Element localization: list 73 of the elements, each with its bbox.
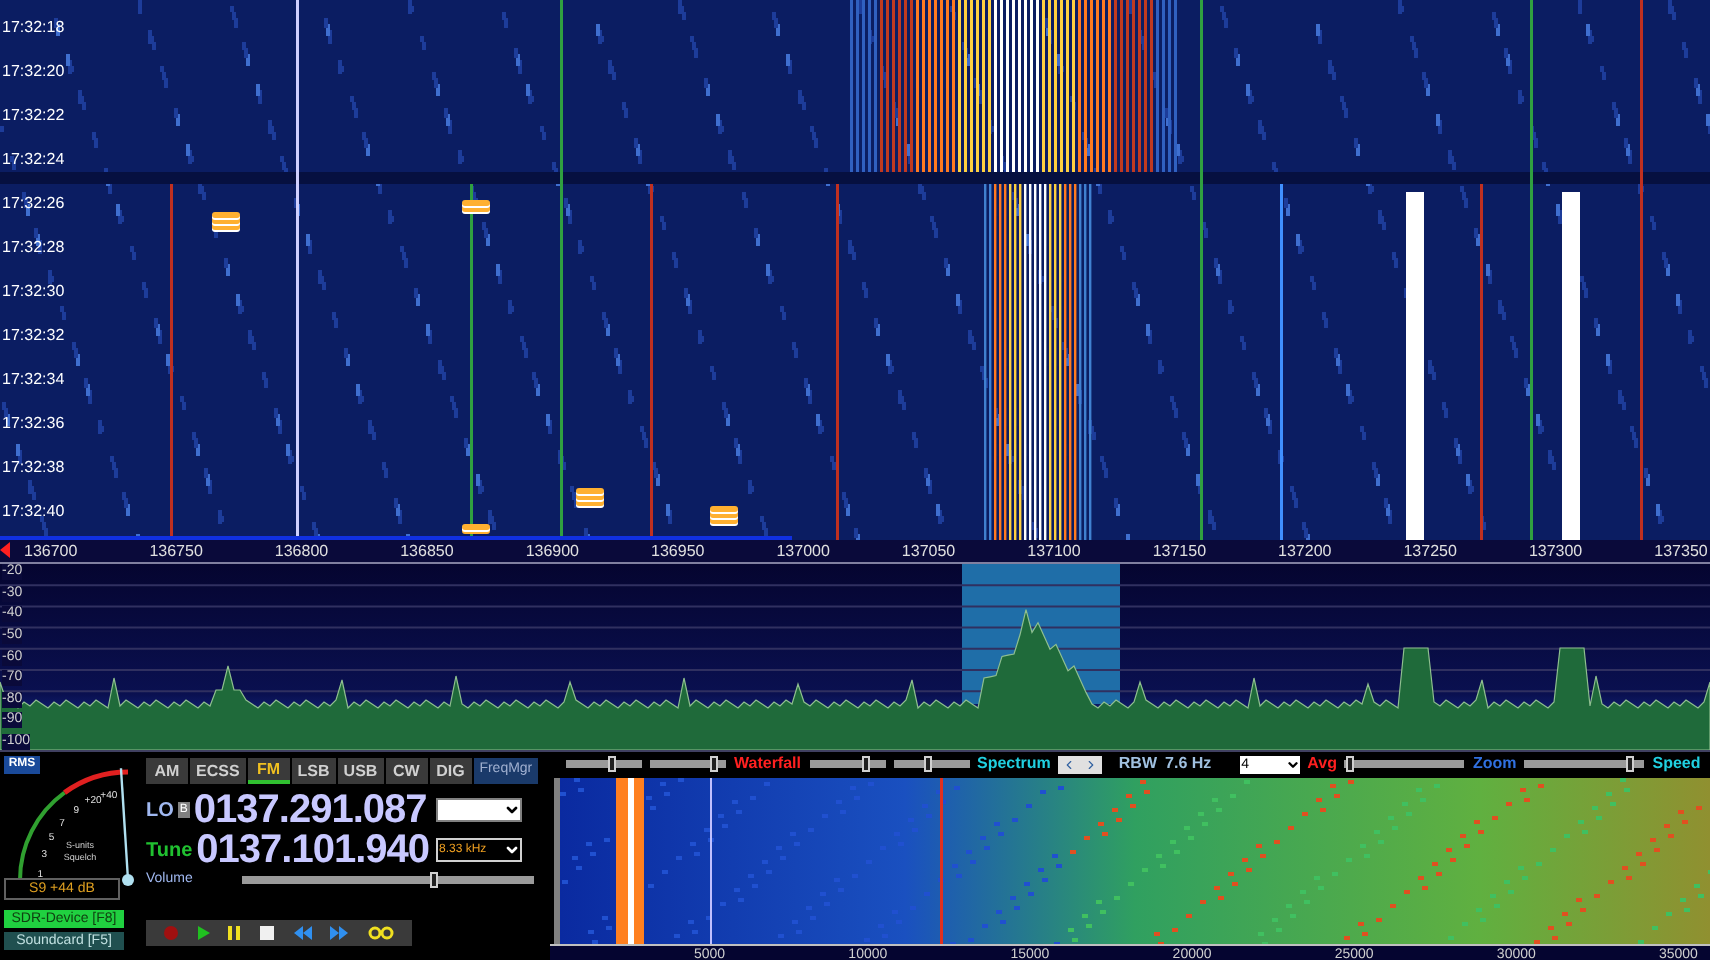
time-label: 17:32:40	[2, 502, 65, 520]
caret-icon	[504, 802, 521, 818]
mode-button[interactable]: AM	[146, 758, 188, 784]
time-label: 17:32:24	[2, 150, 65, 168]
time-label: 17:32:26	[2, 194, 65, 212]
slider-thumb[interactable]	[607, 756, 616, 772]
mode-button[interactable]: ECSS	[190, 758, 246, 784]
waterfall-label: Waterfall	[734, 752, 801, 776]
time-label: 17:32:18	[2, 18, 65, 36]
tune-label: Tune	[146, 837, 193, 865]
slider-thumb[interactable]	[862, 756, 870, 772]
lo-label: LO	[146, 797, 174, 825]
mode-button[interactable]: DIG	[429, 758, 472, 784]
tune-frequency[interactable]: 0137.101.940	[196, 830, 429, 870]
frequency-label: 137300	[1528, 541, 1583, 561]
caret-icon	[503, 842, 519, 858]
loop-icon[interactable]	[368, 925, 395, 939]
slider-thumb[interactable]	[1626, 756, 1635, 772]
frequency-label: 137350	[1654, 541, 1708, 561]
mode-button[interactable]: FM	[247, 758, 290, 784]
stop-icon[interactable]	[259, 925, 274, 939]
mode-button[interactable]: USB	[337, 758, 384, 784]
fast-forward-icon[interactable]	[330, 925, 349, 939]
frequency-label: 137000	[776, 541, 830, 561]
frequency-label: 137150	[1152, 541, 1207, 561]
frequency-label: 136900	[525, 541, 580, 561]
slider-thumb[interactable]	[710, 756, 719, 772]
time-label: 17:32:36	[2, 414, 65, 432]
zoom-label: Zoom	[1472, 752, 1517, 776]
avg-label: Avg	[1307, 752, 1337, 776]
spectrum-label: Spectrum	[977, 752, 1051, 776]
mode-button[interactable]: CW	[385, 758, 428, 784]
slider[interactable]	[242, 876, 534, 885]
slider[interactable]	[566, 760, 642, 768]
time-label: 17:32:22	[2, 106, 65, 124]
meter-scale-arc	[18, 769, 129, 881]
lo-dropdown[interactable]	[436, 798, 523, 822]
frequency-label: 137100	[1027, 541, 1081, 561]
frequency-label: 136800	[274, 541, 329, 561]
slider-thumb[interactable]	[1346, 756, 1355, 772]
chevron-right-icon	[1084, 757, 1099, 771]
speed-label: Speed	[1652, 752, 1701, 776]
slider[interactable]	[1524, 760, 1645, 768]
rbw-value: 7.6 Hz	[1165, 752, 1212, 776]
frequency-label: 137250	[1403, 541, 1457, 561]
play-icon[interactable]	[197, 925, 210, 939]
frequency-label: 136750	[149, 541, 203, 561]
slider-thumb[interactable]	[430, 872, 439, 889]
rbw-label: RBW	[1118, 752, 1158, 776]
frequency-label: 136700	[24, 541, 78, 561]
slider[interactable]	[1344, 760, 1465, 768]
time-label: 17:32:34	[2, 370, 65, 388]
pause-icon[interactable]	[228, 925, 241, 939]
frequency-label: 137200	[1278, 541, 1332, 561]
time-label: 17:32:32	[2, 326, 65, 344]
frequency-label: 136850	[400, 541, 454, 561]
scroll-left-button[interactable]	[1058, 755, 1081, 773]
slider[interactable]	[809, 760, 885, 768]
lo-frequency[interactable]: 0137.291.087	[193, 790, 427, 830]
time-label: 17:32:30	[2, 282, 65, 300]
caret-icon	[1285, 757, 1300, 771]
frequency-label: 136950	[651, 541, 705, 561]
time-label: 17:32:28	[2, 238, 65, 256]
mode-button[interactable]: LSB	[291, 758, 336, 784]
scroll-right-button[interactable]	[1080, 755, 1103, 773]
time-label: 17:32:20	[2, 62, 65, 80]
time-label: 17:32:38	[2, 458, 65, 476]
rewind-icon[interactable]	[293, 925, 312, 939]
slider[interactable]	[893, 760, 969, 768]
slider[interactable]	[650, 760, 726, 768]
frequency-label: 137050	[901, 541, 956, 561]
slider-thumb[interactable]	[923, 756, 932, 772]
chevron-left-icon	[1062, 757, 1077, 771]
